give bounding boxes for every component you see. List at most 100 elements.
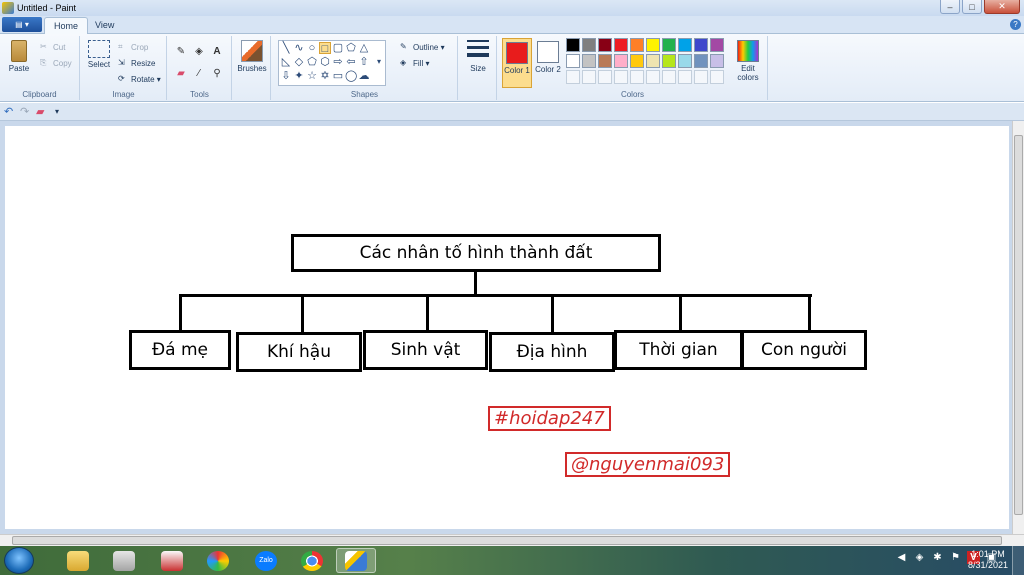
callout-cloud-icon[interactable]: ☁ — [358, 70, 370, 82]
color2-button[interactable]: Color 2 — [534, 38, 562, 88]
cut-button[interactable]: ✂ Cut — [40, 42, 65, 52]
close-button[interactable]: ✕ — [984, 0, 1020, 14]
palette-swatch[interactable] — [646, 54, 660, 68]
triangle-shape-icon[interactable]: △ — [358, 42, 370, 54]
palette-swatch[interactable] — [566, 38, 580, 52]
rounded-rect-shape-icon[interactable]: ▢ — [332, 42, 344, 54]
diamond-shape-icon[interactable]: ◇ — [293, 56, 305, 68]
start-button[interactable] — [4, 547, 34, 574]
callout-oval-icon[interactable]: ◯ — [345, 70, 357, 82]
eraser-icon[interactable]: ▰ — [174, 66, 188, 80]
palette-swatch[interactable] — [582, 70, 596, 84]
edit-colors-button[interactable]: Edit colors — [730, 40, 766, 82]
callout-rect-icon[interactable]: ▭ — [332, 70, 344, 82]
palette-swatch[interactable] — [694, 38, 708, 52]
down-arrow-shape-icon[interactable]: ⇩ — [280, 70, 292, 82]
four-point-star-icon[interactable]: ✦ — [293, 70, 305, 82]
show-desktop-button[interactable] — [1012, 546, 1024, 575]
network-icon[interactable]: ◈ — [913, 551, 926, 564]
undo-icon[interactable]: ↶ — [4, 105, 13, 118]
palette-swatch[interactable] — [630, 54, 644, 68]
taskbar-app2[interactable] — [198, 548, 238, 573]
taskbar-paint[interactable] — [336, 548, 376, 573]
fill-bucket-icon[interactable]: ◈ — [192, 44, 206, 58]
customize-qat-icon[interactable]: ▾ — [55, 107, 59, 116]
color-picker-icon[interactable]: ⁄ — [192, 66, 206, 80]
text-icon[interactable]: A — [210, 44, 224, 58]
palette-swatch[interactable] — [678, 38, 692, 52]
tab-view[interactable]: View — [86, 17, 123, 34]
vertical-scrollbar[interactable] — [1012, 121, 1024, 534]
minimize-button[interactable]: – — [940, 0, 960, 14]
palette-swatch[interactable] — [598, 70, 612, 84]
palette-swatch[interactable] — [646, 38, 660, 52]
maximize-button[interactable]: □ — [962, 0, 982, 14]
copy-button[interactable]: ⎘ Copy — [40, 58, 72, 68]
help-icon[interactable]: ? — [1010, 19, 1021, 30]
left-arrow-shape-icon[interactable]: ⇦ — [345, 56, 357, 68]
color1-button[interactable]: Color 1 — [502, 38, 532, 88]
palette-swatch[interactable] — [710, 54, 724, 68]
palette-swatch[interactable] — [582, 54, 596, 68]
rotate-button[interactable]: ⟳ Rotate ▾ — [118, 74, 161, 84]
taskbar-snipping[interactable] — [104, 548, 144, 573]
hexagon-shape-icon[interactable]: ⬡ — [319, 56, 331, 68]
polygon-shape-icon[interactable]: ⬠ — [345, 42, 357, 54]
six-point-star-icon[interactable]: ✡ — [319, 70, 331, 82]
palette-swatch[interactable] — [710, 38, 724, 52]
palette-swatch[interactable] — [614, 70, 628, 84]
palette-swatch[interactable] — [662, 70, 676, 84]
palette-swatch[interactable] — [614, 38, 628, 52]
flag-icon[interactable]: ⚑ — [949, 551, 962, 564]
oval-shape-icon[interactable]: ○ — [306, 42, 318, 54]
line-shape-icon[interactable]: ╲ — [280, 42, 292, 54]
palette-swatch[interactable] — [678, 54, 692, 68]
bluetooth-icon[interactable]: ✱ — [931, 551, 944, 564]
outline-button[interactable]: ✎ Outline ▾ — [400, 42, 445, 52]
size-button[interactable]: Size — [463, 40, 493, 73]
shapes-scroll-icon[interactable]: ▾ — [373, 56, 385, 68]
palette-swatch[interactable] — [630, 38, 644, 52]
magnifier-icon[interactable]: ⚲ — [210, 66, 224, 80]
pentagon-shape-icon[interactable]: ⬠ — [306, 56, 318, 68]
pencil-icon[interactable]: ✎ — [174, 44, 188, 58]
taskbar-chrome[interactable] — [292, 548, 332, 573]
taskbar-explorer[interactable] — [58, 548, 98, 573]
brushes-button[interactable]: Brushes — [235, 40, 269, 73]
palette-swatch[interactable] — [598, 38, 612, 52]
taskbar-zalo[interactable]: Zalo — [246, 548, 286, 573]
volume-icon[interactable]: ◀ — [895, 551, 908, 564]
fill-button[interactable]: ◈ Fill ▾ — [400, 58, 429, 68]
palette-swatch[interactable] — [566, 54, 580, 68]
palette-swatch[interactable] — [614, 54, 628, 68]
paste-button[interactable]: Paste — [4, 40, 34, 73]
taskbar-app[interactable] — [152, 548, 192, 573]
tab-home[interactable]: Home — [44, 17, 89, 34]
redo-icon[interactable]: ↷ — [20, 105, 29, 118]
palette-swatch[interactable] — [566, 70, 580, 84]
clock[interactable]: 1:01 PM 8/31/2021 — [968, 549, 1008, 571]
palette-swatch[interactable] — [646, 70, 660, 84]
crop-button[interactable]: ⌗ Crop — [118, 42, 148, 52]
app-menu-button[interactable]: ▤ ▾ — [2, 17, 42, 32]
resize-button[interactable]: ⇲ Resize — [118, 58, 155, 68]
right-arrow-shape-icon[interactable]: ⇨ — [332, 56, 344, 68]
palette-swatch[interactable] — [630, 70, 644, 84]
palette-swatch[interactable] — [710, 70, 724, 84]
up-arrow-shape-icon[interactable]: ⇧ — [358, 56, 370, 68]
curve-shape-icon[interactable]: ∿ — [293, 42, 305, 54]
right-triangle-shape-icon[interactable]: ◺ — [280, 56, 292, 68]
drawing-canvas[interactable]: Các nhân tố hình thành đất Đá mẹ Khí hậu… — [5, 126, 1009, 529]
palette-swatch[interactable] — [694, 70, 708, 84]
palette-swatch[interactable] — [662, 54, 676, 68]
select-button[interactable]: Select — [85, 40, 113, 69]
palette-swatch[interactable] — [694, 54, 708, 68]
rectangle-shape-icon[interactable]: □ — [319, 42, 331, 55]
palette-swatch[interactable] — [582, 38, 596, 52]
palette-swatch[interactable] — [598, 54, 612, 68]
five-point-star-icon[interactable]: ☆ — [306, 70, 318, 82]
horizontal-scrollbar[interactable] — [0, 534, 1024, 546]
palette-swatch[interactable] — [662, 38, 676, 52]
eraser-quick-icon[interactable]: ▰ — [36, 105, 44, 118]
palette-swatch[interactable] — [678, 70, 692, 84]
